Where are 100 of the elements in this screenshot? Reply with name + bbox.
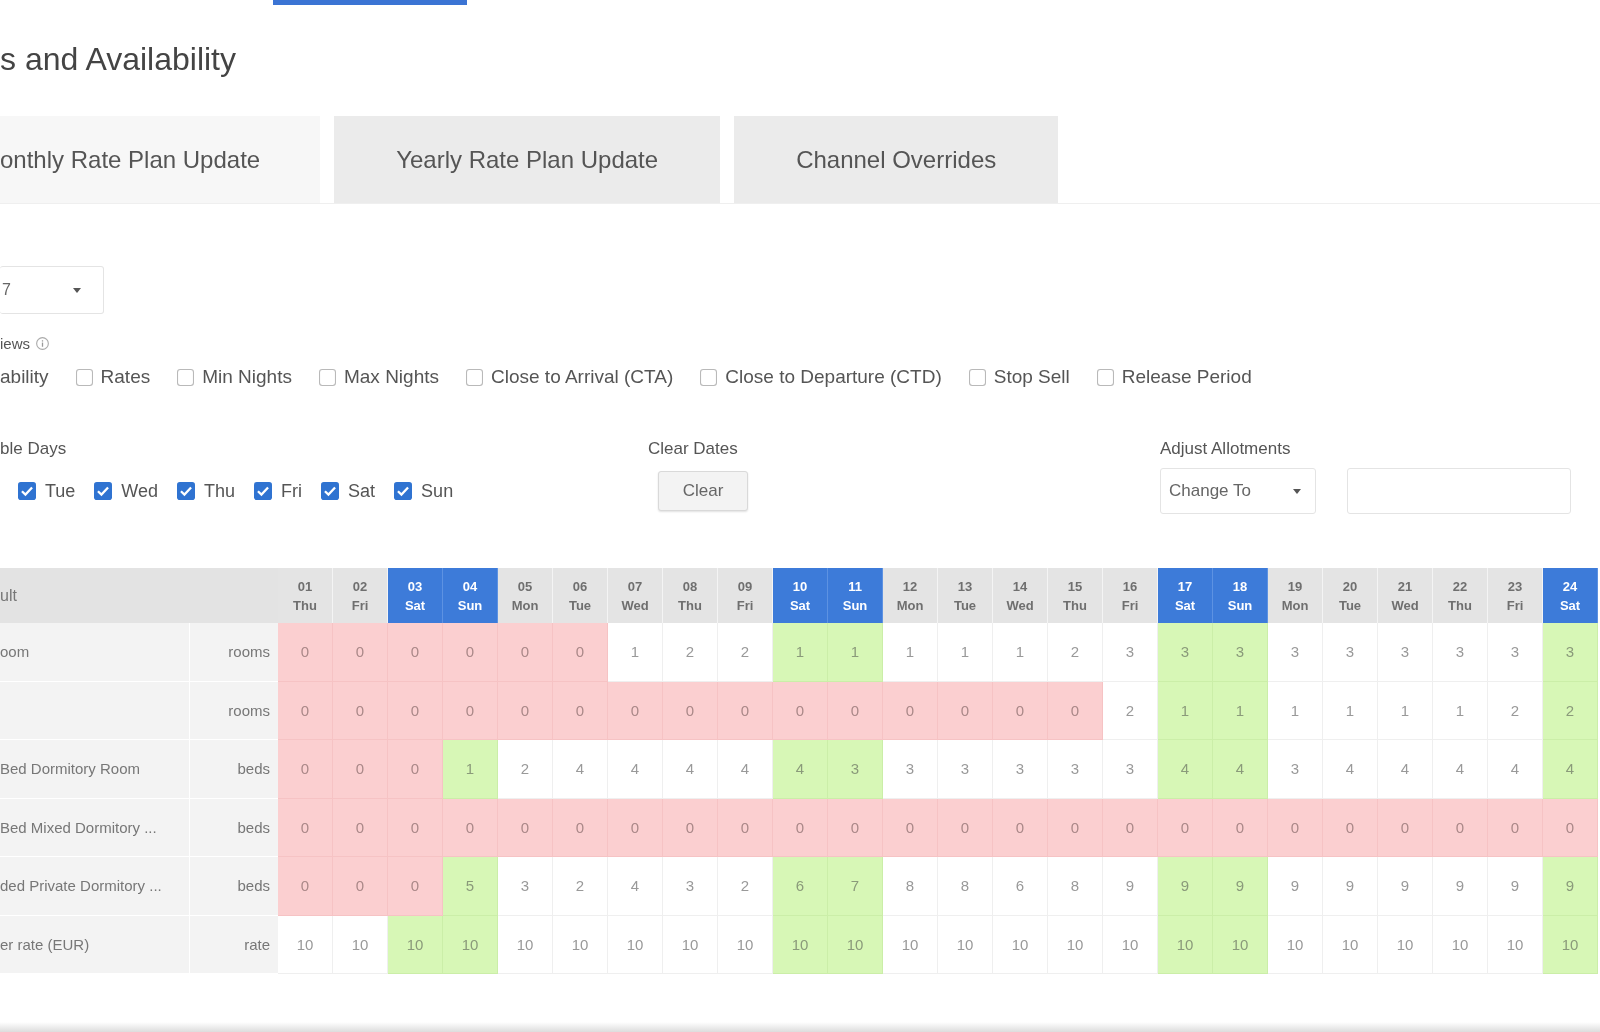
unit-label: beds [190,740,278,799]
info-icon [36,336,49,350]
row-label: oom [0,623,190,682]
table-cell: 0 [1103,798,1158,857]
checkbox[interactable] [318,368,336,386]
dropdown[interactable]: Change To [1160,468,1316,514]
table-cell: 3 [1048,740,1103,799]
checkbox[interactable] [394,482,413,500]
table-cell: 0 [938,798,993,857]
checkbox[interactable] [177,482,196,500]
table-cell: 1 [1268,681,1323,740]
date-header: 01 Thu [278,568,333,623]
checkbox[interactable] [177,368,195,386]
column-header: ult [0,568,278,623]
table-cell: 0 [388,740,443,799]
tab[interactable]: Channel Overrides [734,116,1059,203]
table-cell: 0 [278,681,333,740]
table-cell: 10 [828,915,883,974]
caret-icon [73,287,81,293]
option-label: ability [0,366,49,388]
table-cell: 0 [443,623,498,682]
date-header: 04 Sun [443,568,498,623]
table-cell: 3 [1213,623,1268,682]
checkbox[interactable] [1096,368,1114,386]
table-cell: 0 [553,798,608,857]
table-cell: 10 [718,915,773,974]
table-cell: 0 [773,681,828,740]
table-cell: 0 [443,681,498,740]
table-cell: 2 [718,857,773,916]
table-cell: 3 [1543,623,1598,682]
table-cell: 9 [1378,857,1433,916]
table-cell: 0 [278,623,333,682]
table-cell: 10 [773,915,828,974]
section-label: Adjust Allotments [1160,439,1291,459]
table-cell: 8 [938,857,993,916]
table-cell: 1 [443,740,498,799]
tab[interactable]: Yearly Rate Plan Update [334,116,721,203]
table-cell: 5 [443,857,498,916]
table-cell: 4 [663,740,718,799]
table-cell: 0 [388,623,443,682]
date-header: 02 Fri [333,568,388,623]
unit-label: beds [190,857,278,916]
table-cell: 10 [553,915,608,974]
table-cell: 10 [883,915,938,974]
checkbox[interactable] [466,368,483,386]
section-label: Clear Dates [648,439,738,459]
table-cell: 0 [1378,798,1433,857]
table-cell: 0 [388,681,443,740]
table-cell: 10 [1378,915,1433,974]
table-cell: 0 [993,798,1048,857]
date-header: 24 Sat [1543,568,1598,623]
table-cell: 9 [1543,857,1598,916]
checkbox[interactable] [700,368,718,386]
date-header: 18 Sun [1213,568,1268,623]
table-cell: 9 [1158,857,1213,916]
table-cell: 4 [718,740,773,799]
table-cell: 1 [1433,681,1488,740]
row-label: er rate (EUR) [0,915,190,974]
checkbox[interactable] [254,482,273,500]
table-cell: 10 [498,915,553,974]
date-header: 15 Thu [1048,568,1103,623]
table-cell: 0 [828,798,883,857]
table-cell: 10 [993,915,1048,974]
date-header: 13 Tue [938,568,993,623]
table-cell: 0 [773,798,828,857]
caret-icon [1293,488,1301,494]
table-cell: 4 [773,740,828,799]
date-header: 06 Tue [553,568,608,623]
day-label: Tue [45,480,76,502]
checkbox[interactable] [321,482,340,500]
option-label: Release Period [1121,366,1252,388]
date-header: 23 Fri [1488,568,1543,623]
table-cell: 0 [1543,798,1598,857]
checkbox[interactable] [75,368,93,386]
date-header: 14 Wed [993,568,1048,623]
input-field[interactable] [1347,468,1571,514]
table-cell: 9 [1268,857,1323,916]
table-cell: 9 [1323,857,1378,916]
checkbox[interactable] [968,368,986,386]
checkbox[interactable] [18,482,36,500]
table-cell: 1 [938,623,993,682]
table-cell: 3 [498,857,553,916]
clear-button[interactable]: Clear [658,471,748,511]
unit-label: rooms [190,623,278,682]
table-cell: 3 [1488,623,1543,682]
table-cell: 10 [388,915,443,974]
table-cell: 0 [333,681,388,740]
table-cell: 6 [993,857,1048,916]
table-cell: 2 [663,623,718,682]
day-label: Fri [281,480,303,502]
table-cell: 0 [883,681,938,740]
table-cell: 0 [388,857,443,916]
table-cell: 3 [1378,623,1433,682]
section-label: iews [0,334,30,352]
date-header: 12 Mon [883,568,938,623]
table-cell: 2 [1543,681,1598,740]
table-cell: 10 [608,915,663,974]
dropdown[interactable]: 7 [0,266,104,314]
tab[interactable]: onthly Rate Plan Update [0,116,321,203]
checkbox[interactable] [94,482,113,500]
